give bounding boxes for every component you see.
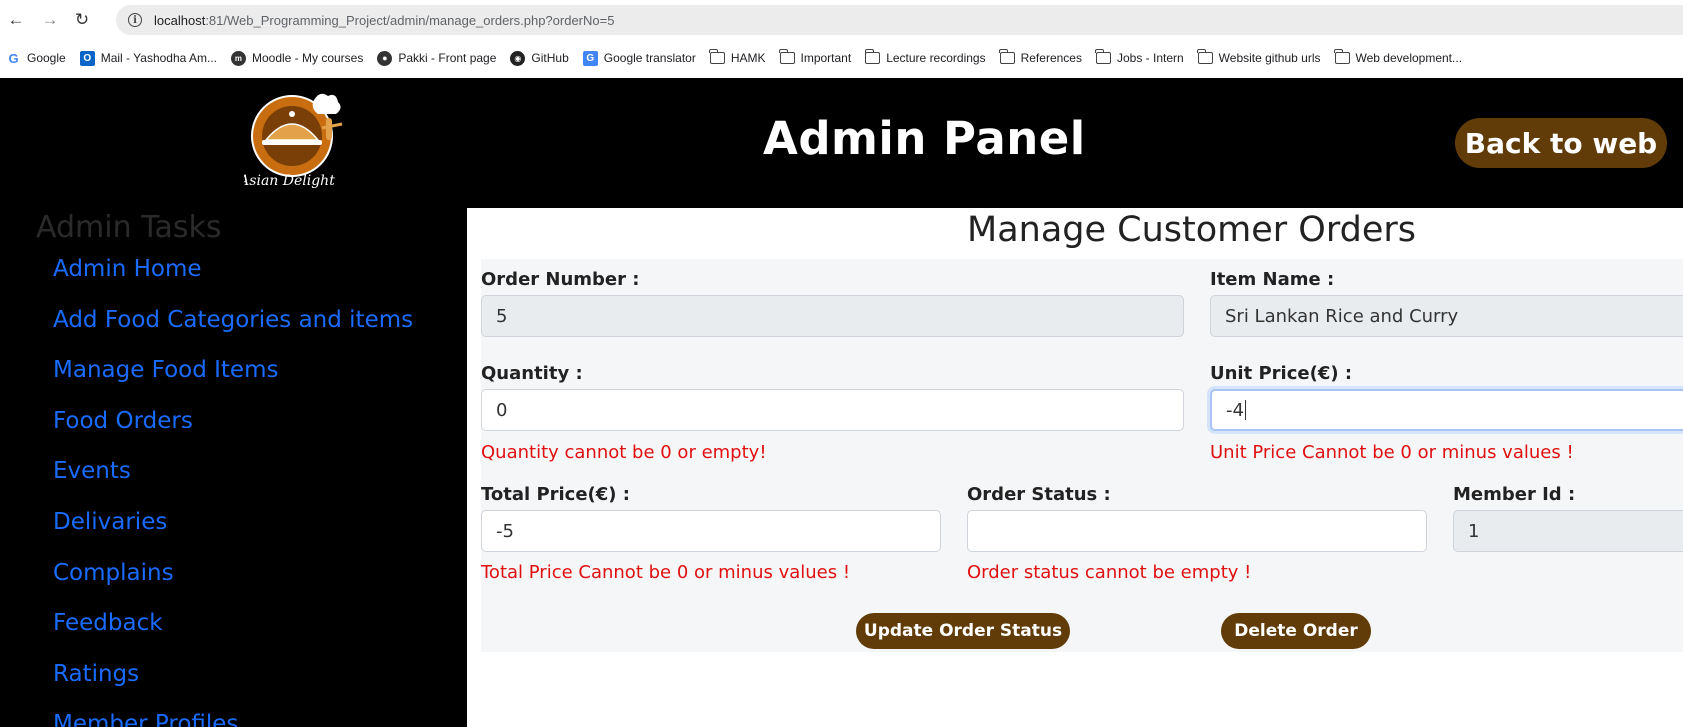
reload-icon[interactable]: ↻ bbox=[72, 10, 92, 30]
folder-icon bbox=[1334, 49, 1350, 64]
manage-orders-title: Manage Customer Orders bbox=[967, 210, 1416, 250]
bookmark-label: References bbox=[1020, 51, 1082, 65]
sidebar-item-complains[interactable]: Complains bbox=[53, 560, 174, 586]
bookmark-references[interactable]: References bbox=[999, 49, 1082, 65]
member-id-field: 1 bbox=[1453, 510, 1683, 552]
quantity-label: Quantity : bbox=[481, 363, 583, 384]
update-order-status-button[interactable]: Update Order Status bbox=[856, 613, 1070, 649]
translate-icon: G bbox=[582, 50, 598, 66]
total-price-error: Total Price Cannot be 0 or minus values … bbox=[481, 562, 851, 583]
item-name-field: Sri Lankan Rice and Curry bbox=[1210, 295, 1683, 337]
order-number-label: Order Number : bbox=[481, 269, 640, 290]
folder-icon bbox=[779, 49, 795, 64]
item-name-label: Item Name : bbox=[1210, 269, 1335, 290]
unit-price-error: Unit Price Cannot be 0 or minus values ! bbox=[1210, 442, 1574, 463]
sidebar-item-delivaries[interactable]: Delivaries bbox=[53, 509, 167, 535]
bookmark-jobs-intern[interactable]: Jobs - Intern bbox=[1095, 49, 1184, 65]
folder-icon bbox=[864, 49, 881, 64]
folder-icon bbox=[1095, 49, 1111, 64]
sidebar-item-add-food-categories[interactable]: Add Food Categories and items bbox=[53, 307, 413, 333]
bookmark-important[interactable]: Important bbox=[779, 49, 852, 65]
bookmark-pakki[interactable]: ● Pakki - Front page bbox=[377, 50, 497, 66]
bookmark-label: Jobs - Intern bbox=[1116, 51, 1184, 65]
bookmark-google[interactable]: G Google bbox=[6, 50, 66, 66]
bookmark-label: Google translator bbox=[603, 51, 696, 65]
text-cursor bbox=[1244, 400, 1246, 420]
logo-text: Asian Delight bbox=[244, 173, 335, 189]
sidebar-item-events[interactable]: Events bbox=[53, 458, 131, 484]
quantity-input[interactable]: 0 bbox=[481, 389, 1184, 431]
url-path: :81/Web_Programming_Project/admin/manage… bbox=[205, 12, 615, 28]
bookmark-label: GitHub bbox=[531, 51, 569, 65]
admin-sidebar: Admin Tasks Admin Home Add Food Categori… bbox=[0, 208, 467, 727]
sidebar-item-manage-food-items[interactable]: Manage Food Items bbox=[53, 357, 278, 383]
bookmark-translator[interactable]: G Google translator bbox=[582, 50, 696, 66]
order-status-error: Order status cannot be empty ! bbox=[967, 562, 1252, 583]
bookmark-label: Web development... bbox=[1355, 51, 1463, 65]
bookmark-label: Google bbox=[27, 51, 66, 65]
bookmark-mail[interactable]: O Mail - Yashodha Am... bbox=[79, 50, 217, 66]
delete-order-button[interactable]: Delete Order bbox=[1221, 613, 1371, 649]
bookmark-moodle[interactable]: m Moodle - My courses bbox=[230, 50, 364, 66]
bookmark-website-github-urls[interactable]: Website github urls bbox=[1197, 49, 1321, 65]
bookmark-label: Important bbox=[800, 51, 852, 65]
folder-icon bbox=[709, 49, 725, 64]
moodle-icon: m bbox=[230, 50, 246, 66]
unit-price-label: Unit Price(€) : bbox=[1210, 363, 1353, 384]
bookmark-hamk[interactable]: HAMK bbox=[709, 49, 766, 65]
page: Asian Delight Admin Panel Back to web Ad… bbox=[0, 78, 1683, 727]
bookmarks-bar: G Google O Mail - Yashodha Am... m Moodl… bbox=[0, 43, 1683, 73]
order-status-label: Order Status : bbox=[967, 484, 1111, 505]
quantity-error: Quantity cannot be 0 or empty! bbox=[481, 442, 767, 463]
member-id-label: Member Id : bbox=[1453, 484, 1576, 505]
sidebar-item-feedback[interactable]: Feedback bbox=[53, 610, 163, 636]
bookmark-label: HAMK bbox=[730, 51, 766, 65]
bookmark-web-development[interactable]: Web development... bbox=[1334, 49, 1463, 65]
bookmark-github[interactable]: ◉ GitHub bbox=[510, 50, 569, 66]
url-host: localhost bbox=[154, 12, 206, 28]
google-icon: G bbox=[8, 50, 19, 66]
address-bar[interactable]: i localhost:81/Web_Programming_Project/a… bbox=[116, 5, 1683, 35]
sidebar-item-ratings[interactable]: Ratings bbox=[53, 661, 139, 687]
main-content: Manage Customer Orders Order Number : 5 … bbox=[467, 208, 1683, 727]
folder-icon bbox=[999, 49, 1015, 64]
github-icon: ◉ bbox=[510, 50, 526, 66]
forward-arrow-icon[interactable]: → bbox=[40, 10, 60, 30]
site-info-icon[interactable]: i bbox=[128, 13, 142, 27]
total-price-input[interactable]: -5 bbox=[481, 510, 941, 552]
back-to-web-button[interactable]: Back to web bbox=[1455, 118, 1667, 168]
site-header: Asian Delight Admin Panel Back to web bbox=[0, 78, 1683, 208]
outlook-icon: O bbox=[79, 50, 95, 66]
globe-icon: ● bbox=[377, 50, 393, 66]
asian-delight-logo[interactable]: Asian Delight bbox=[244, 88, 352, 190]
sidebar-title: Admin Tasks bbox=[36, 210, 222, 245]
order-number-field: 5 bbox=[481, 295, 1184, 337]
page-title: Admin Panel bbox=[763, 112, 1086, 165]
sidebar-item-member-profiles[interactable]: Member Profiles bbox=[53, 711, 238, 727]
bookmark-label: Lecture recordings bbox=[886, 51, 986, 65]
bookmark-label: Moodle - My courses bbox=[251, 51, 364, 65]
sidebar-item-food-orders[interactable]: Food Orders bbox=[53, 408, 193, 434]
folder-icon bbox=[1197, 49, 1213, 64]
unit-price-value: -4 bbox=[1226, 399, 1244, 421]
browser-toolbar: ← → ↻ i localhost:81/Web_Programming_Pro… bbox=[0, 0, 1683, 40]
bookmark-label: Mail - Yashodha Am... bbox=[100, 51, 217, 65]
back-arrow-icon[interactable]: ← bbox=[6, 10, 26, 30]
order-form: Order Number : 5 Item Name : Sri Lankan … bbox=[481, 259, 1683, 652]
total-price-label: Total Price(€) : bbox=[481, 484, 631, 505]
sidebar-item-admin-home[interactable]: Admin Home bbox=[53, 256, 202, 282]
order-status-input[interactable] bbox=[967, 510, 1427, 552]
bookmark-lecture-recordings[interactable]: Lecture recordings bbox=[864, 49, 986, 65]
bookmark-label: Website github urls bbox=[1218, 51, 1321, 65]
bookmark-label: Pakki - Front page bbox=[398, 51, 497, 65]
unit-price-input[interactable]: -4 bbox=[1210, 389, 1683, 431]
